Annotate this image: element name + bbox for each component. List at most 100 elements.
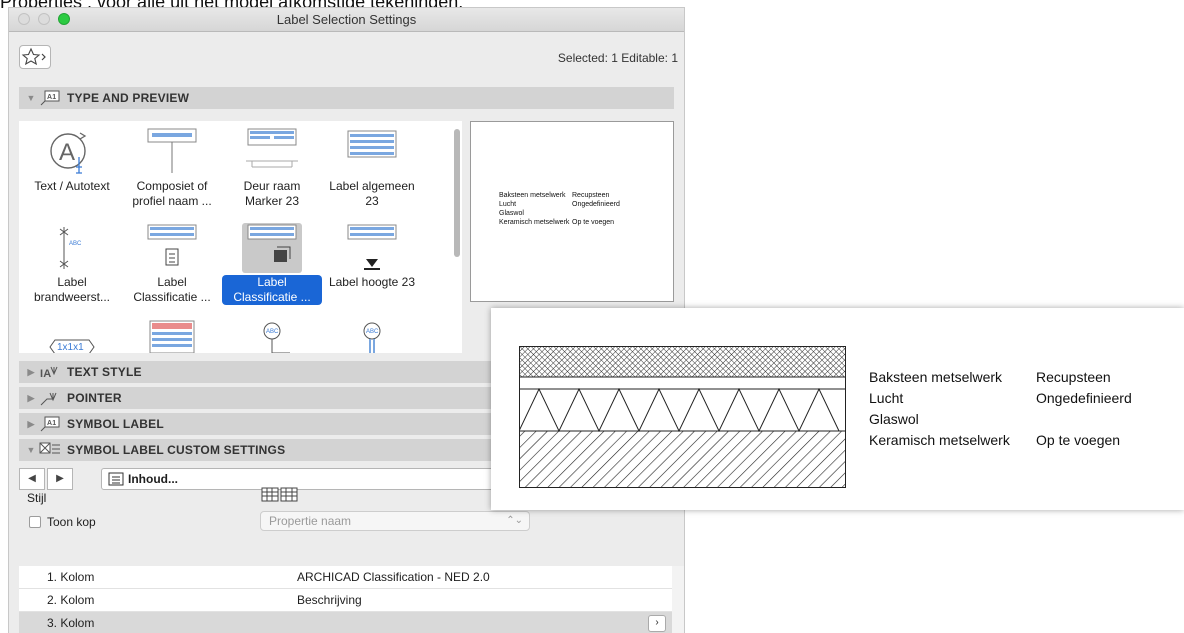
autotext-icon: A — [50, 132, 87, 174]
gallery-scrollbar[interactable] — [452, 121, 462, 353]
list-icon — [108, 472, 124, 486]
general-label-icon — [347, 130, 397, 158]
next-page-button[interactable]: ▶ — [47, 468, 73, 490]
gallery-item-label: Label hoogte 23 — [328, 275, 416, 289]
gallery-item-text-autotext[interactable]: A Text / Autotext — [22, 127, 122, 194]
svg-text:IA: IA — [40, 368, 51, 380]
gallery-item-circle-2[interactable]: ABC — [322, 319, 422, 353]
gallery-item-dimension[interactable]: 1x1x1 — [22, 319, 122, 353]
label-preview: Baksteen metselwerk Recupsteen Lucht Onged… — [470, 121, 674, 302]
classification-label-3d-icon — [247, 224, 297, 262]
preview-text: Baksteen metselwerk Recupsteen Lucht Onged… — [499, 191, 620, 227]
circle-label-icon: ABC — [263, 322, 290, 353]
show-header-label: Toon kop — [47, 515, 96, 529]
gallery-item-label: Label Classificatie ... — [133, 275, 211, 304]
property-name-select[interactable]: Propertie naam ⌃⌄ — [260, 511, 530, 531]
text-style-icon: IA — [40, 366, 58, 380]
section-label: POINTER — [67, 391, 122, 405]
gallery-item-label: Composiet of profiel naam ... — [132, 179, 212, 208]
table-style-icon[interactable] — [261, 486, 301, 504]
zoom-row: Baksteen metselwerk Recupsteen — [869, 369, 1111, 385]
triangle-right-icon: ▶ — [27, 392, 35, 403]
column-name: 2. Kolom — [47, 593, 95, 607]
gallery-item-circle[interactable]: ABC — [222, 319, 322, 353]
zoom-row: Lucht Ongedefinieerd — [869, 390, 1132, 406]
triangle-down-icon: ▼ — [26, 445, 36, 455]
zoomed-preview-panel: Baksteen metselwerk Recupsteen Lucht Onged… — [491, 308, 1184, 510]
composite-label-icon — [147, 128, 197, 173]
triangle-right-icon: ▶ — [27, 418, 35, 429]
svg-text:A: A — [59, 139, 75, 166]
table-label-icon — [149, 320, 195, 353]
property-name-placeholder: Propertie naam — [269, 514, 352, 528]
triangle-down-icon: ▼ — [26, 93, 36, 103]
gallery-item-classification-selected[interactable]: Label Classificatie ... — [222, 223, 322, 305]
table-row[interactable]: 1. Kolom ARCHICAD Classification - NED 2… — [19, 566, 672, 589]
preview-row: Lucht Ongedefinieerd — [499, 201, 620, 208]
show-header-row[interactable]: Toon kop — [29, 515, 96, 529]
preview-row: Glaswol — [499, 210, 524, 217]
dimension-label-icon: 1x1x1 — [49, 339, 95, 353]
preview-row: Baksteen metselwerk Recupsteen — [499, 192, 610, 199]
section-label: TEXT STYLE — [67, 365, 142, 379]
selection-count: Selected: 1 Editable: 1 — [557, 51, 678, 65]
column-table: 1. Kolom ARCHICAD Classification - NED 2… — [19, 566, 672, 633]
star-icon — [21, 47, 46, 66]
custom-settings-icon — [39, 442, 60, 454]
section-type-preview[interactable]: ▼ A1 TYPE AND PREVIEW — [19, 87, 674, 109]
gallery-item-label: Label algemeen 23 — [329, 179, 415, 208]
title-bar: Label Selection Settings — [9, 8, 684, 32]
gallery-item-composite[interactable]: Composiet of profiel naam ... — [122, 127, 222, 209]
classification-label-icon — [147, 224, 197, 266]
section-label: TYPE AND PREVIEW — [67, 91, 190, 105]
gallery-item-label: Deur raam Marker 23 — [243, 179, 301, 208]
dimension-text: 1x1x1 — [57, 342, 84, 353]
chevron-right-icon[interactable]: › — [648, 615, 666, 632]
circle-label-2-icon: ABC — [363, 322, 381, 353]
triangle-right-icon: ▶ — [27, 366, 35, 377]
circle-label-text: ABC — [366, 329, 379, 335]
column-name: 3. Kolom — [47, 616, 95, 630]
column-name: 1. Kolom — [47, 570, 95, 584]
gallery-item-height[interactable]: Label hoogte 23 — [322, 223, 422, 290]
svg-text:A1: A1 — [47, 420, 56, 427]
pointer-icon — [40, 392, 57, 406]
section-label: SYMBOL LABEL — [67, 417, 164, 431]
zoomed-preview-text: Baksteen metselwerk Recupsteen Lucht Onged… — [869, 367, 1132, 451]
gallery-item-label: Label Classificatie ... — [222, 275, 322, 305]
zoom-row: Glaswol — [869, 411, 919, 427]
previous-page-button[interactable]: ◀ — [19, 468, 45, 490]
symbol-label-icon: A1 — [40, 416, 60, 432]
gallery-item-table[interactable] — [122, 319, 222, 353]
gallery-item-door-window[interactable]: Deur raam Marker 23 — [222, 127, 322, 209]
gallery-item-label: Label brandweerst... — [33, 275, 111, 304]
preview-row: Keramisch metselwerk Op te voegen — [499, 219, 615, 226]
scrollbar-thumb[interactable] — [454, 129, 460, 257]
gallery-item-label: Text / Autotext — [34, 179, 110, 193]
window-title: Label Selection Settings — [276, 12, 417, 27]
label-type-icon: A1 — [40, 90, 60, 106]
zoom-row: Keramisch metselwerk Op te voegen — [869, 432, 1121, 448]
wall-section-drawing — [519, 346, 846, 488]
favorites-button[interactable] — [19, 45, 51, 69]
door-window-marker-icon — [246, 128, 298, 168]
table-row[interactable]: 2. Kolom Beschrijving — [19, 589, 672, 612]
gallery-item-classification[interactable]: Label Classificatie ... — [122, 223, 222, 305]
style-label: Stijl — [27, 491, 47, 505]
label-type-gallery[interactable]: A Text / Autotext Composiet of profiel n… — [19, 121, 462, 353]
column-value: ARCHICAD Classification - NED 2.0 — [297, 570, 490, 584]
show-header-checkbox[interactable] — [29, 516, 41, 528]
gallery-item-general[interactable]: Label algemeen 23 — [322, 127, 422, 209]
fire-resistance-label-icon: ABC — [59, 227, 82, 269]
column-value: Beschrijving — [297, 593, 362, 607]
gallery-item-fire-resistance[interactable]: ABC Label brandweerst... — [22, 223, 122, 305]
table-scrollbar[interactable] — [672, 566, 684, 633]
circle-label-text: ABC — [266, 329, 279, 335]
svg-text:A1: A1 — [47, 94, 56, 101]
table-row[interactable]: 3. Kolom › — [19, 612, 672, 633]
svg-text:ABC: ABC — [69, 241, 82, 247]
content-button-label: Inhoud... — [128, 472, 178, 486]
section-label: SYMBOL LABEL CUSTOM SETTINGS — [67, 443, 286, 457]
updown-chevron-icon: ⌃⌄ — [506, 515, 523, 526]
height-label-icon — [347, 224, 397, 270]
